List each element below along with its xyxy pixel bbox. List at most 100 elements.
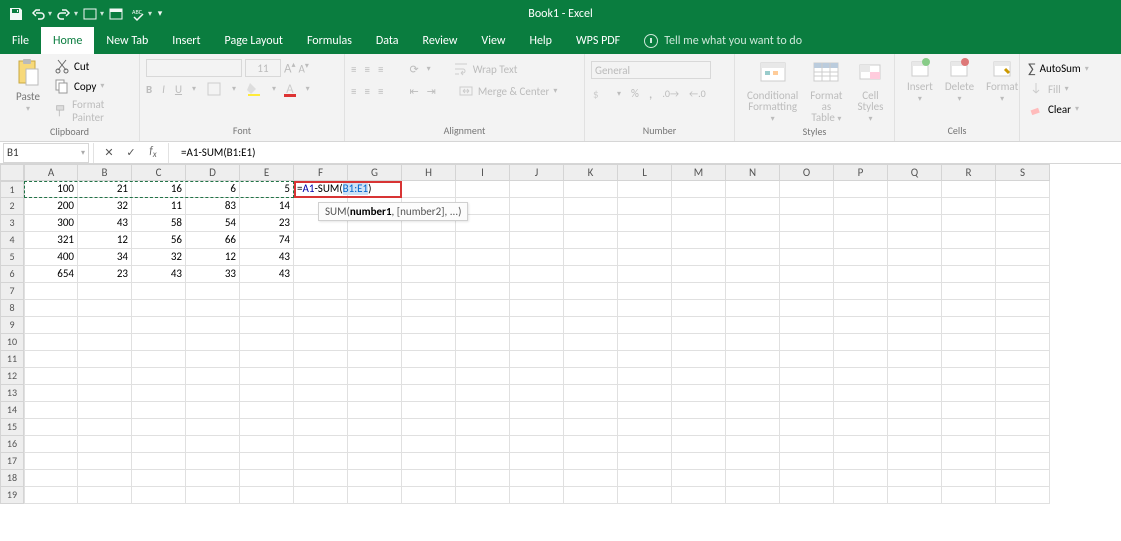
cell-J17[interactable] bbox=[510, 453, 564, 470]
row-header-3[interactable]: 3 bbox=[0, 215, 24, 232]
cell-P17[interactable] bbox=[834, 453, 888, 470]
increase-font-icon[interactable]: A▴ bbox=[284, 60, 296, 76]
orientation-icon[interactable]: ⟳ bbox=[409, 63, 418, 76]
cell-H11[interactable] bbox=[402, 351, 456, 368]
cell-G18[interactable] bbox=[348, 470, 402, 487]
spellcheck-icon[interactable]: ABC bbox=[128, 4, 148, 24]
cell-N18[interactable] bbox=[726, 470, 780, 487]
cell-B1[interactable]: 21 bbox=[78, 181, 132, 198]
cell-P10[interactable] bbox=[834, 334, 888, 351]
cell-O6[interactable] bbox=[780, 266, 834, 283]
cell-I12[interactable] bbox=[456, 368, 510, 385]
cell-C7[interactable] bbox=[132, 283, 186, 300]
cell-J8[interactable] bbox=[510, 300, 564, 317]
cell-H13[interactable] bbox=[402, 385, 456, 402]
cell-G19[interactable] bbox=[348, 487, 402, 504]
row-header-6[interactable]: 6 bbox=[0, 266, 24, 283]
cell-S16[interactable] bbox=[996, 436, 1050, 453]
cell-E17[interactable] bbox=[240, 453, 294, 470]
cell-N1[interactable] bbox=[726, 181, 780, 198]
cell-Q3[interactable] bbox=[888, 215, 942, 232]
col-header-F[interactable]: F bbox=[294, 164, 348, 181]
cell-Q18[interactable] bbox=[888, 470, 942, 487]
cell-D2[interactable]: 83 bbox=[186, 198, 240, 215]
fill-button[interactable]: Fill ▾ bbox=[1026, 80, 1071, 98]
cell-P15[interactable] bbox=[834, 419, 888, 436]
cell-D6[interactable]: 33 bbox=[186, 266, 240, 283]
cell-J18[interactable] bbox=[510, 470, 564, 487]
qat-customize-icon[interactable]: ▾ bbox=[154, 4, 166, 24]
cell-Q19[interactable] bbox=[888, 487, 942, 504]
redo-icon[interactable] bbox=[54, 4, 74, 24]
cell-D11[interactable] bbox=[186, 351, 240, 368]
cell-I13[interactable] bbox=[456, 385, 510, 402]
cell-J16[interactable] bbox=[510, 436, 564, 453]
cell-A2[interactable]: 200 bbox=[24, 198, 78, 215]
cell-A10[interactable] bbox=[24, 334, 78, 351]
cell-Q5[interactable] bbox=[888, 249, 942, 266]
cell-I10[interactable] bbox=[456, 334, 510, 351]
cell-D4[interactable]: 66 bbox=[186, 232, 240, 249]
cell-N16[interactable] bbox=[726, 436, 780, 453]
cell-M7[interactable] bbox=[672, 283, 726, 300]
cell-R18[interactable] bbox=[942, 470, 996, 487]
cell-J12[interactable] bbox=[510, 368, 564, 385]
cell-F18[interactable] bbox=[294, 470, 348, 487]
decrease-decimal-icon[interactable]: ←.0 bbox=[689, 87, 706, 100]
cell-D15[interactable] bbox=[186, 419, 240, 436]
cell-B17[interactable] bbox=[78, 453, 132, 470]
cell-K14[interactable] bbox=[564, 402, 618, 419]
cell-K4[interactable] bbox=[564, 232, 618, 249]
cell-C12[interactable] bbox=[132, 368, 186, 385]
cell-K10[interactable] bbox=[564, 334, 618, 351]
align-top-icon[interactable]: ≡ bbox=[351, 63, 356, 76]
cell-P6[interactable] bbox=[834, 266, 888, 283]
cell-E19[interactable] bbox=[240, 487, 294, 504]
cell-M2[interactable] bbox=[672, 198, 726, 215]
cell-C4[interactable]: 56 bbox=[132, 232, 186, 249]
cell-S12[interactable] bbox=[996, 368, 1050, 385]
cell-B13[interactable] bbox=[78, 385, 132, 402]
cell-L2[interactable] bbox=[618, 198, 672, 215]
cell-K12[interactable] bbox=[564, 368, 618, 385]
cell-K2[interactable] bbox=[564, 198, 618, 215]
row-header-1[interactable]: 1 bbox=[0, 181, 24, 198]
conditional-formatting-button[interactable]: ConditionalFormatting ▾ bbox=[741, 57, 804, 125]
format-painter-button[interactable]: Format Painter bbox=[52, 97, 133, 125]
cell-N12[interactable] bbox=[726, 368, 780, 385]
cell-H4[interactable] bbox=[402, 232, 456, 249]
tab-wpspdf[interactable]: WPS PDF bbox=[564, 27, 632, 54]
cell-F5[interactable] bbox=[294, 249, 348, 266]
row-header-13[interactable]: 13 bbox=[0, 385, 24, 402]
cell-C10[interactable] bbox=[132, 334, 186, 351]
cell-R8[interactable] bbox=[942, 300, 996, 317]
cell-A13[interactable] bbox=[24, 385, 78, 402]
cell-N3[interactable] bbox=[726, 215, 780, 232]
cell-N19[interactable] bbox=[726, 487, 780, 504]
cell-L18[interactable] bbox=[618, 470, 672, 487]
cell-O5[interactable] bbox=[780, 249, 834, 266]
cell-D18[interactable] bbox=[186, 470, 240, 487]
cell-S15[interactable] bbox=[996, 419, 1050, 436]
cell-I5[interactable] bbox=[456, 249, 510, 266]
cell-R2[interactable] bbox=[942, 198, 996, 215]
cell-E14[interactable] bbox=[240, 402, 294, 419]
col-header-M[interactable]: M bbox=[672, 164, 726, 181]
number-format-combo[interactable]: General bbox=[591, 61, 711, 79]
col-header-H[interactable]: H bbox=[402, 164, 456, 181]
cell-J7[interactable] bbox=[510, 283, 564, 300]
paste-button[interactable]: Paste ▾ bbox=[6, 57, 50, 114]
cell-I6[interactable] bbox=[456, 266, 510, 283]
cell-K8[interactable] bbox=[564, 300, 618, 317]
cell-S1[interactable] bbox=[996, 181, 1050, 198]
cell-E15[interactable] bbox=[240, 419, 294, 436]
increase-indent-icon[interactable]: ⇥ bbox=[427, 85, 436, 98]
cell-H6[interactable] bbox=[402, 266, 456, 283]
cell-D19[interactable] bbox=[186, 487, 240, 504]
cell-H10[interactable] bbox=[402, 334, 456, 351]
cell-R10[interactable] bbox=[942, 334, 996, 351]
cell-F13[interactable] bbox=[294, 385, 348, 402]
fill-color-button[interactable] bbox=[246, 81, 262, 97]
cell-L1[interactable] bbox=[618, 181, 672, 198]
align-bottom-icon[interactable]: ≡ bbox=[378, 63, 383, 76]
